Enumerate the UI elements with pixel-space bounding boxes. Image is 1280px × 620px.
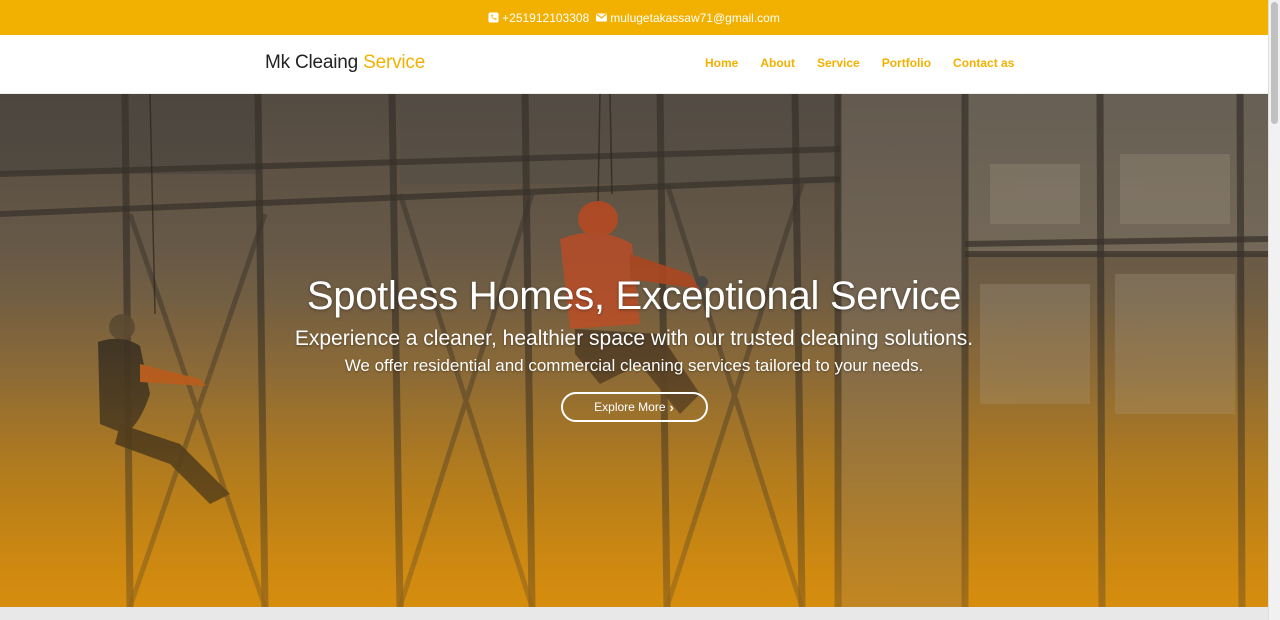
page-scrollbar[interactable] [1268, 0, 1280, 620]
envelope-icon [596, 13, 608, 22]
phone-contact[interactable]: +251912103308 [488, 11, 589, 25]
main-navbar: Mk Cleaing Service Home About Service Po… [0, 35, 1268, 94]
hero-subtitle: Experience a cleaner, healthier space wi… [294, 327, 974, 350]
explore-more-label: Explore More [594, 400, 666, 414]
nav-link-contact[interactable]: Contact as [953, 56, 1014, 70]
brand-accent: Service [363, 52, 426, 73]
top-contact-bar: +251912103308 mulugetakassaw71@gmail.com [0, 0, 1268, 35]
phone-icon [488, 12, 499, 23]
explore-more-button[interactable]: Explore More › [560, 392, 708, 422]
nav-link-service[interactable]: Service [817, 56, 860, 70]
email-address: mulugetakassaw71@gmail.com [610, 10, 780, 25]
email-contact[interactable]: mulugetakassaw71@gmail.com [596, 11, 780, 25]
nav-link-portfolio[interactable]: Portfolio [882, 56, 931, 70]
brand-name: Mk Cleaing [265, 52, 359, 73]
brand-logo[interactable]: Mk Cleaing Service [265, 52, 425, 74]
hero-section: Spotless Homes, Exceptional Service Expe… [0, 94, 1268, 607]
phone-number: +251912103308 [502, 10, 590, 25]
nav-link-about[interactable]: About [760, 56, 795, 70]
nav-link-home[interactable]: Home [705, 56, 738, 70]
next-section-edge [0, 607, 1268, 620]
chevron-right-icon: › [669, 399, 674, 415]
nav-menu: Home About Service Portfolio Contact as [694, 56, 1025, 70]
hero-description: We offer residential and commercial clea… [344, 356, 924, 375]
hero-title: Spotless Homes, Exceptional Service [306, 274, 962, 318]
scrollbar-thumb[interactable] [1271, 2, 1278, 124]
hero-content: Spotless Homes, Exceptional Service Expe… [0, 274, 1268, 422]
